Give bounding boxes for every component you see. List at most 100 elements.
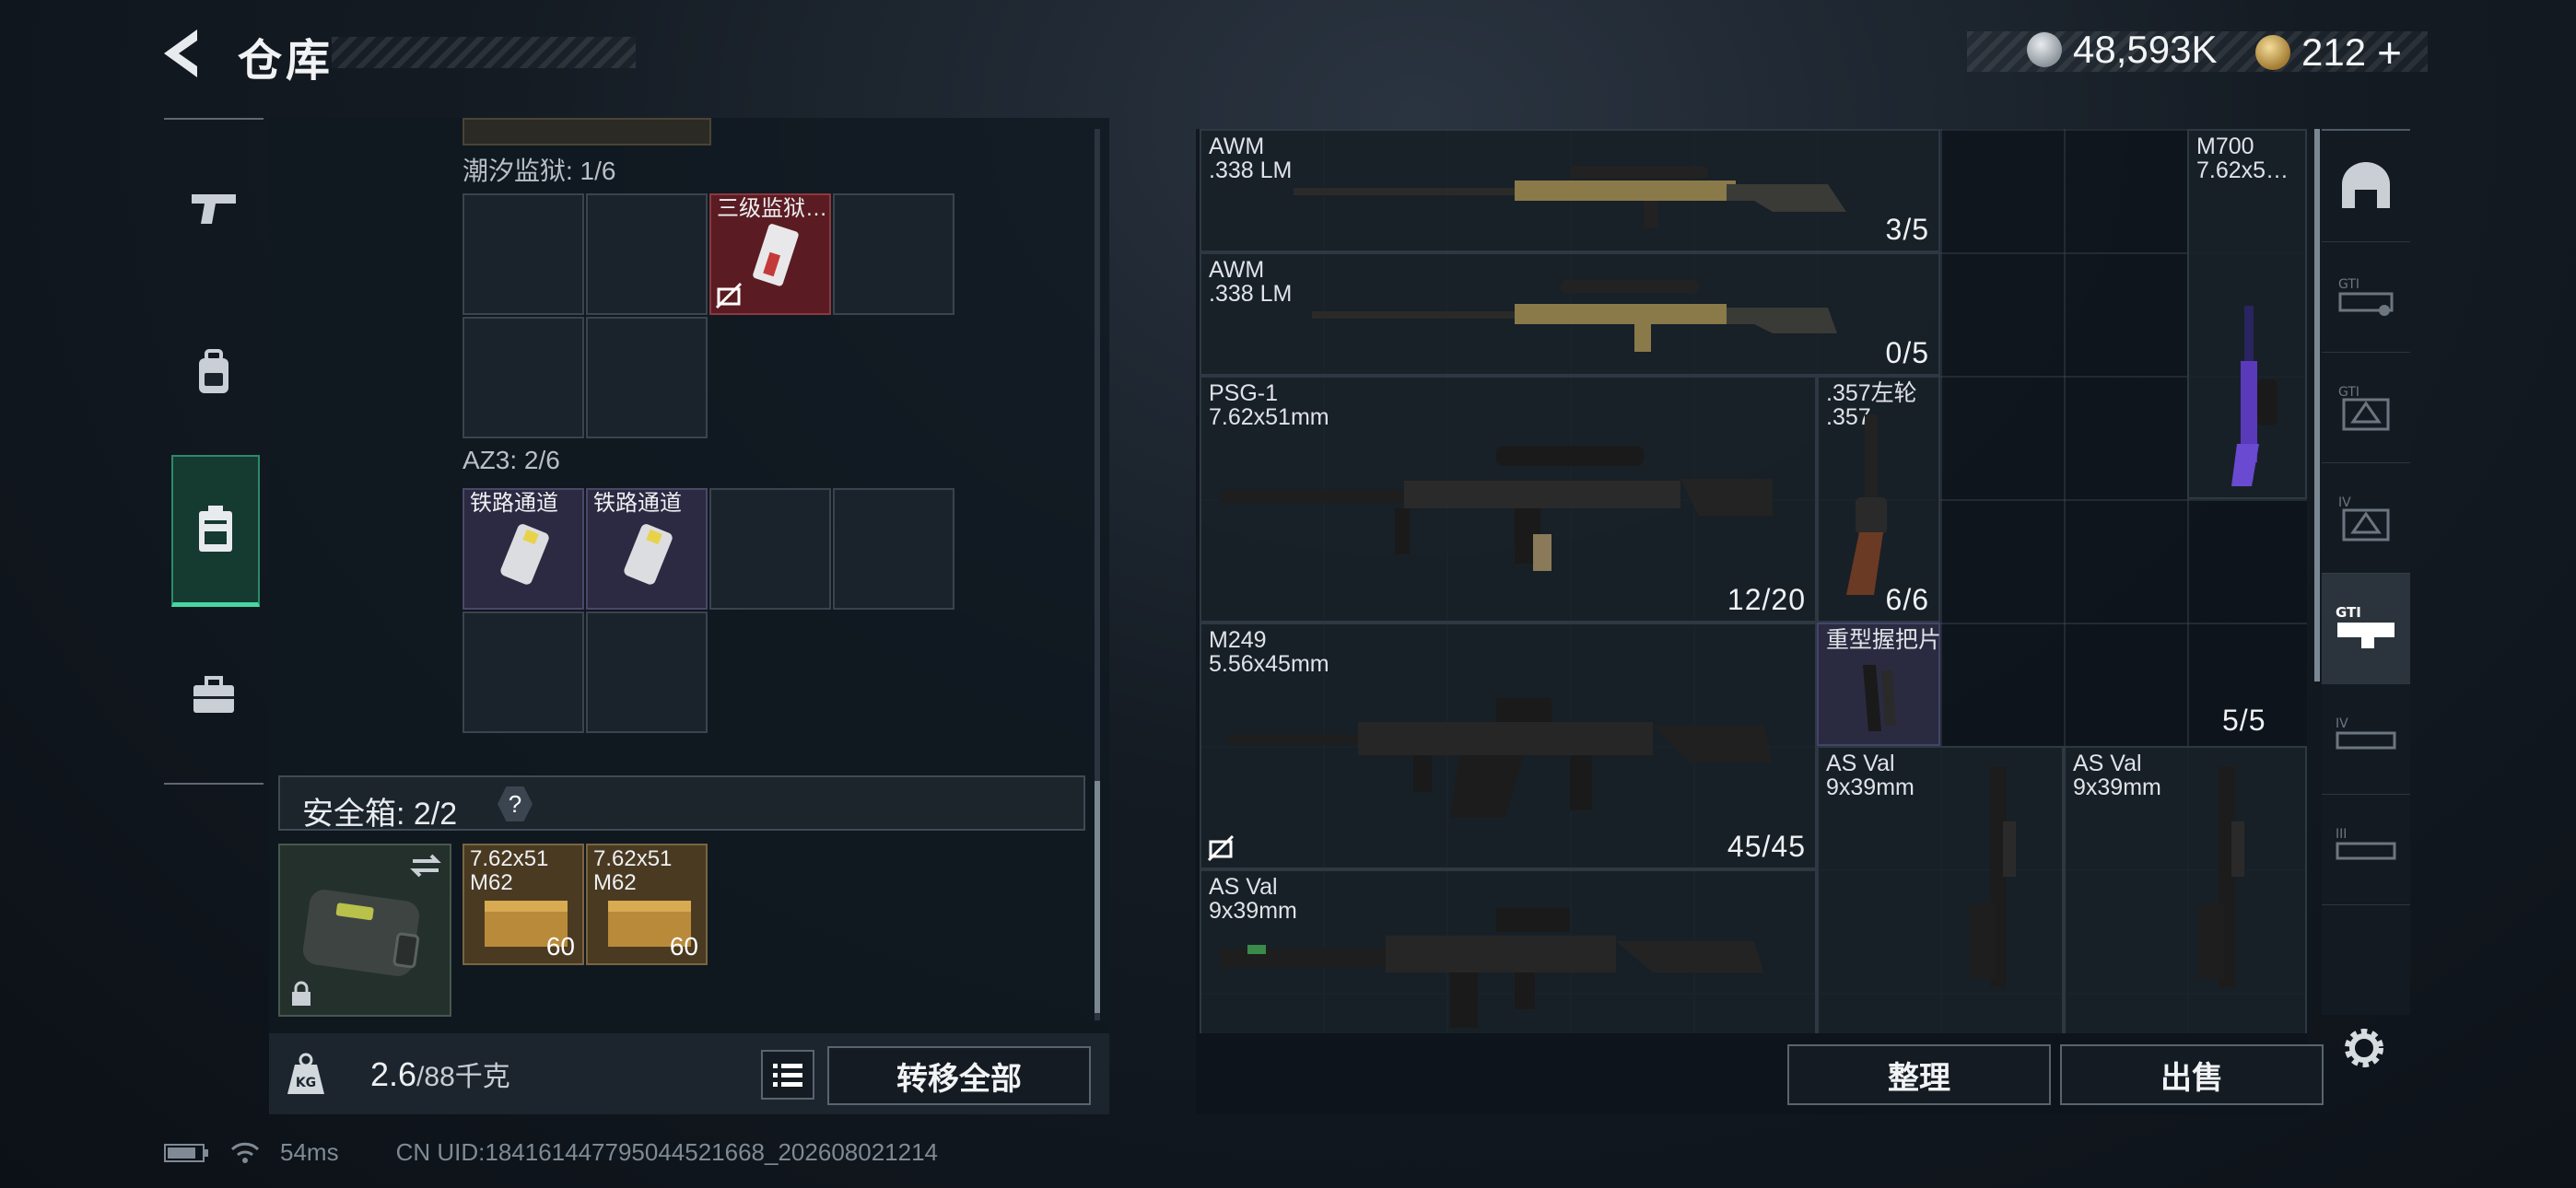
- ammo-count: 6/6: [1885, 583, 1929, 616]
- inventory-item-ammo[interactable]: 7.62x51 M62 60: [586, 844, 708, 965]
- svg-text:KG: KG: [296, 1076, 316, 1090]
- svg-text:IV: IV: [2338, 495, 2351, 510]
- weapon-name: AS Val 9x39mm: [2073, 751, 2161, 800]
- gti-attachment-icon: GTI: [2338, 277, 2394, 316]
- weapon-name: AWM .338 LM: [1209, 257, 1293, 307]
- silver-coin-icon: [2027, 32, 2062, 67]
- weapon-scrollbar[interactable]: [2314, 129, 2320, 681]
- swap-icon[interactable]: [409, 853, 442, 879]
- attachment-name: 重型握把片: [1826, 627, 1942, 653]
- transfer-all-button[interactable]: 转移全部: [827, 1046, 1091, 1105]
- grid-slot[interactable]: [833, 488, 954, 610]
- no-transfer-icon: [715, 282, 743, 309]
- organize-button[interactable]: 整理: [1787, 1044, 2051, 1105]
- weapon-item-m249[interactable]: M249 5.56x45mm 45/45: [1200, 623, 1817, 869]
- nav-iv-sight[interactable]: IV: [2322, 462, 2410, 574]
- gti-rail-icon: GTI: [2336, 604, 2395, 648]
- grid-slot[interactable]: [709, 488, 831, 610]
- machine-gun-image: [1229, 698, 1773, 818]
- iii-rail-icon: III: [2336, 827, 2396, 860]
- partial-item[interactable]: [463, 118, 711, 146]
- pistol-icon: [192, 194, 236, 224]
- wifi-icon: [230, 1142, 260, 1163]
- weapon-item-as-val[interactable]: AS Val 9x39mm: [2064, 746, 2307, 1033]
- grid-slot[interactable]: [833, 193, 954, 315]
- grid-slot[interactable]: [463, 193, 584, 315]
- help-icon[interactable]: ?: [498, 786, 533, 821]
- grid-slot[interactable]: [586, 611, 708, 733]
- inventory-item-keycard[interactable]: 铁路通道: [463, 488, 584, 610]
- weapon-name: AS Val 9x39mm: [1826, 751, 1914, 800]
- grid-slot[interactable]: [586, 317, 708, 438]
- nav-toolbox[interactable]: [171, 645, 256, 746]
- grid-slot[interactable]: [586, 193, 708, 315]
- weapon-item-awm[interactable]: AWM .338 LM 3/5: [1200, 129, 1940, 252]
- nav-helmet[interactable]: [2322, 131, 2410, 242]
- add-gold-icon[interactable]: +: [2377, 28, 2402, 77]
- keycard-icon: [500, 524, 549, 585]
- weapon-item-as-val[interactable]: AS Val 9x39mm: [1817, 746, 2064, 1033]
- inventory-item-ammo[interactable]: 7.62x51 M62 60: [463, 844, 584, 965]
- weapon-grid: AWM .338 LM 3/5 M700 7.62x5… AWM .338 LM: [1200, 129, 2307, 1033]
- item-count: 60: [545, 932, 575, 961]
- uid-readout: CN UID:18416144779504452166​8_2026080212…: [395, 1138, 938, 1166]
- attachment-item-grip[interactable]: 重型握把片: [1817, 623, 1942, 746]
- grid-slot[interactable]: [463, 317, 584, 438]
- backpack-icon: [199, 349, 228, 393]
- weapon-item-as-val[interactable]: AS Val 9x39mm: [1200, 869, 1817, 1033]
- revolver-image: [1846, 414, 1887, 595]
- settings-button[interactable]: [2338, 1022, 2390, 1074]
- nav-gti-rail[interactable]: GTI: [2322, 573, 2410, 684]
- item-count: 60: [669, 932, 698, 961]
- gold-currency[interactable]: 212 +: [2255, 28, 2402, 77]
- back-arrow-icon: [164, 29, 197, 77]
- weapon-item-awm[interactable]: AWM .338 LM 0/5: [1200, 252, 1940, 376]
- nav-gti-attachment[interactable]: GTI: [2322, 241, 2410, 353]
- nav-iv-rail[interactable]: IV: [2322, 683, 2410, 795]
- toolbox-icon: [193, 676, 234, 713]
- nav-weapons[interactable]: [171, 157, 256, 258]
- item-name: 三级监狱…: [717, 197, 827, 221]
- nav-gti-sight[interactable]: GTI: [2322, 352, 2410, 463]
- weapon-name: M700 7.62x5…: [2196, 134, 2289, 182]
- sniper-rifle-image: [2231, 306, 2277, 486]
- grid-slot[interactable]: [463, 611, 584, 733]
- gold-amount: 212: [2301, 30, 2367, 74]
- az3-grid: 铁路通道 铁路通道: [463, 488, 956, 737]
- sniper-rifle-image: [1312, 280, 1837, 352]
- status-bar: 54ms CN UID:18416144779504452166​8_20260…: [164, 1138, 938, 1167]
- weapon-item-m700[interactable]: M700 7.62x5…: [2187, 129, 2307, 499]
- nav-backpack[interactable]: [171, 322, 256, 424]
- nav-iii-rail[interactable]: III: [2322, 794, 2410, 905]
- category-nav: [164, 118, 263, 785]
- safe-box-label: 安全箱: 2/2: [302, 797, 458, 832]
- weapon-item-psg1[interactable]: PSG-1 7.62x51mm 12/20: [1200, 376, 1817, 623]
- stash-scroll-thumb[interactable]: [1095, 781, 1100, 1013]
- item-name: 7.62x51 M62: [593, 847, 673, 895]
- list-icon: [773, 1064, 802, 1087]
- svg-text:GTI: GTI: [2338, 385, 2359, 400]
- inventory-item-keycard[interactable]: 铁路通道: [586, 488, 708, 610]
- list-view-button[interactable]: [761, 1050, 814, 1100]
- nav-safe-case[interactable]: [171, 455, 260, 607]
- title-decoration: [332, 37, 636, 68]
- safe-box-container[interactable]: [278, 844, 451, 1017]
- svg-text:IV: IV: [2336, 716, 2348, 731]
- ammo-count: 45/45: [1727, 830, 1806, 863]
- ammo-count: 0/5: [1885, 336, 1929, 369]
- item-name: 7.62x51 M62: [470, 847, 549, 895]
- helmet-icon: [2342, 162, 2390, 208]
- gear-icon: [2345, 1029, 2383, 1067]
- weapon-name: AWM .338 LM: [1209, 134, 1293, 183]
- grip-image: [1863, 665, 1896, 731]
- inventory-item-keycard[interactable]: 三级监狱…: [709, 193, 831, 315]
- item-name: 铁路通道: [593, 492, 682, 516]
- keycard-icon: [753, 224, 799, 286]
- iv-sight-icon: IV: [2338, 495, 2390, 542]
- back-button[interactable]: [157, 26, 221, 81]
- weapon-item-revolver[interactable]: .357左轮 .357 6/6: [1817, 376, 1940, 623]
- rifle-image: [2198, 766, 2244, 987]
- lock-icon: [292, 981, 310, 1006]
- gti-sight-icon: GTI: [2338, 385, 2390, 431]
- sell-button[interactable]: 出售: [2060, 1044, 2324, 1105]
